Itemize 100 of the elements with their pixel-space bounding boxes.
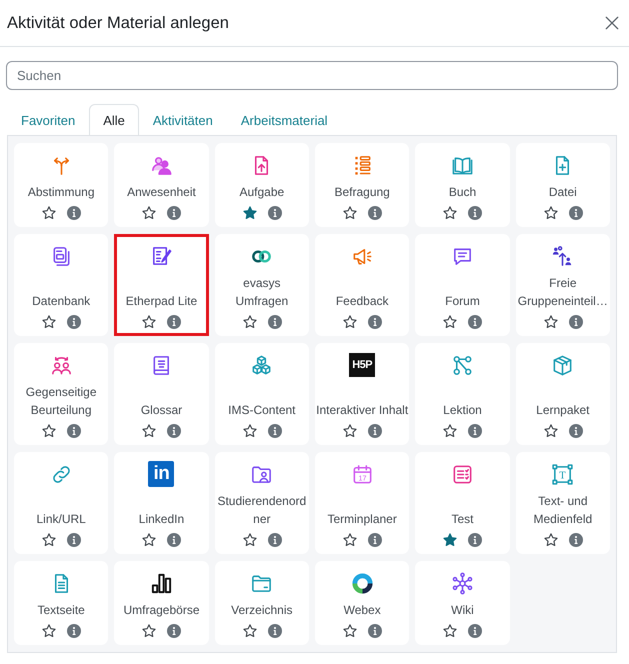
star-icon[interactable] bbox=[542, 532, 559, 548]
info-icon[interactable] bbox=[167, 424, 182, 438]
tab[interactable]: Favoriten bbox=[7, 104, 90, 135]
info-icon[interactable] bbox=[67, 424, 82, 438]
info-icon[interactable] bbox=[468, 624, 482, 638]
star-icon[interactable] bbox=[342, 314, 358, 330]
info-icon[interactable] bbox=[268, 424, 282, 438]
star-icon[interactable] bbox=[342, 205, 358, 221]
info-icon[interactable] bbox=[67, 206, 82, 220]
activity-card[interactable]: T Text- und Medienfeld bbox=[516, 452, 610, 554]
activity-card[interactable]: in LinkedIn bbox=[114, 452, 209, 554]
star-icon[interactable] bbox=[141, 623, 158, 639]
activity-card[interactable]: Datenbank bbox=[14, 234, 108, 336]
star-icon[interactable] bbox=[442, 314, 458, 330]
activity-name: Terminplaner bbox=[327, 511, 397, 528]
star-icon[interactable] bbox=[41, 623, 58, 639]
star-icon[interactable] bbox=[41, 314, 58, 330]
info-icon[interactable] bbox=[468, 533, 482, 547]
star-icon[interactable] bbox=[141, 205, 158, 221]
activity-name: Umfragebörse bbox=[123, 602, 200, 619]
star-icon[interactable] bbox=[342, 623, 358, 639]
star-icon[interactable] bbox=[442, 423, 458, 439]
close-icon[interactable] bbox=[605, 16, 619, 30]
activity-card[interactable]: Forum bbox=[415, 234, 510, 336]
activity-card[interactable]: IMS-Content bbox=[214, 343, 309, 445]
info-icon[interactable] bbox=[167, 315, 182, 329]
activity-card[interactable]: Aufgabe bbox=[214, 143, 309, 227]
tab[interactable]: Alle bbox=[89, 104, 139, 135]
info-icon[interactable] bbox=[167, 533, 182, 547]
activity-card[interactable]: Befragung bbox=[315, 143, 410, 227]
star-icon[interactable] bbox=[342, 423, 358, 439]
activity-card[interactable]: Buch bbox=[415, 143, 510, 227]
activity-card[interactable]: Textseite bbox=[14, 561, 108, 645]
activity-name: LinkedIn bbox=[138, 511, 184, 528]
star-icon[interactable] bbox=[542, 314, 559, 330]
search-field[interactable]: Suchen bbox=[6, 61, 618, 90]
info-icon[interactable] bbox=[67, 315, 82, 329]
activity-name: Buch bbox=[448, 184, 476, 201]
info-icon[interactable] bbox=[568, 315, 583, 329]
star-icon[interactable] bbox=[442, 532, 458, 548]
activity-card[interactable]: Umfragebörse bbox=[114, 561, 209, 645]
star-icon[interactable] bbox=[41, 423, 58, 439]
star-icon[interactable] bbox=[242, 423, 258, 439]
info-icon[interactable] bbox=[67, 533, 82, 547]
activity-card[interactable]: Gegenseitige Beurteilung bbox=[14, 343, 108, 445]
info-icon[interactable] bbox=[268, 206, 282, 220]
info-icon[interactable] bbox=[368, 624, 382, 638]
info-icon[interactable] bbox=[568, 206, 583, 220]
activity-card[interactable]: Glossar bbox=[114, 343, 209, 445]
info-icon[interactable] bbox=[268, 624, 282, 638]
info-icon[interactable] bbox=[568, 424, 583, 438]
info-icon[interactable] bbox=[368, 424, 382, 438]
tab[interactable]: Arbeitsmaterial bbox=[226, 104, 342, 135]
activity-name: Studierendenordner bbox=[216, 493, 308, 528]
info-icon[interactable] bbox=[468, 315, 482, 329]
star-icon[interactable] bbox=[141, 423, 158, 439]
info-icon[interactable] bbox=[67, 624, 82, 638]
info-icon[interactable] bbox=[368, 533, 382, 547]
info-icon[interactable] bbox=[167, 206, 182, 220]
activity-card[interactable]: Test bbox=[415, 452, 510, 554]
activity-name: Glossar bbox=[140, 402, 182, 419]
activity-card[interactable]: Lernpaket bbox=[516, 343, 610, 445]
star-icon[interactable] bbox=[542, 205, 559, 221]
star-icon[interactable] bbox=[442, 205, 458, 221]
activity-card[interactable]: Studierendenordner bbox=[214, 452, 309, 554]
star-icon[interactable] bbox=[141, 532, 158, 548]
star-icon[interactable] bbox=[242, 205, 258, 221]
activity-card[interactable]: Etherpad Lite bbox=[114, 234, 209, 336]
info-icon[interactable] bbox=[268, 533, 282, 547]
info-icon[interactable] bbox=[468, 206, 482, 220]
activity-card[interactable]: evasys Umfragen bbox=[214, 234, 309, 336]
star-icon[interactable] bbox=[242, 314, 258, 330]
activity-card[interactable]: Feedback bbox=[315, 234, 410, 336]
star-icon[interactable] bbox=[442, 623, 458, 639]
activity-card[interactable]: Verzeichnis bbox=[214, 561, 309, 645]
activity-card[interactable]: Lektion bbox=[415, 343, 510, 445]
info-icon[interactable] bbox=[568, 533, 583, 547]
activity-card[interactable]: Wiki bbox=[415, 561, 510, 645]
activity-card[interactable]: Link/URL bbox=[14, 452, 108, 554]
activity-card[interactable]: H5P Interaktiver Inhalt bbox=[315, 343, 410, 445]
star-icon[interactable] bbox=[41, 205, 58, 221]
info-icon[interactable] bbox=[368, 206, 382, 220]
star-icon[interactable] bbox=[242, 623, 258, 639]
info-icon[interactable] bbox=[167, 624, 182, 638]
star-icon[interactable] bbox=[342, 532, 358, 548]
box-icon bbox=[551, 354, 574, 376]
star-icon[interactable] bbox=[242, 532, 258, 548]
activity-card[interactable]: Webex bbox=[315, 561, 410, 645]
info-icon[interactable] bbox=[368, 315, 382, 329]
star-icon[interactable] bbox=[41, 532, 58, 548]
tab[interactable]: Aktivitäten bbox=[138, 104, 227, 135]
info-icon[interactable] bbox=[268, 315, 282, 329]
info-icon[interactable] bbox=[468, 424, 482, 438]
activity-card[interactable]: Freie Gruppeneinteil… bbox=[516, 234, 610, 336]
star-icon[interactable] bbox=[141, 314, 158, 330]
star-icon[interactable] bbox=[542, 423, 559, 439]
activity-name: IMS-Content bbox=[228, 402, 296, 419]
activity-card[interactable]: Anwesenheit bbox=[114, 143, 209, 227]
activity-card[interactable]: Abstimmung bbox=[14, 143, 108, 227]
activity-card[interactable]: Datei bbox=[516, 143, 610, 227]
